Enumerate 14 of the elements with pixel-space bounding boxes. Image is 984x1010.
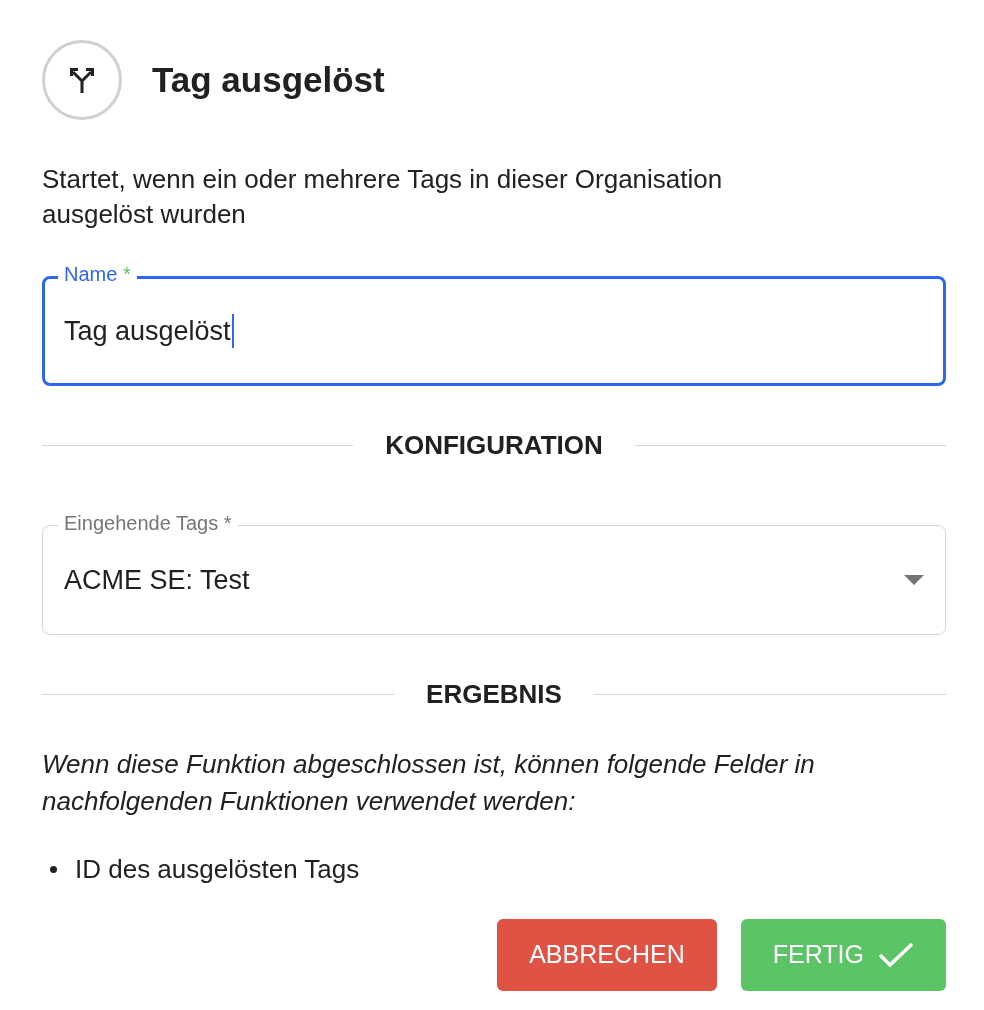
text-cursor [231,314,234,348]
result-description: Wenn diese Funktion abgeschlossen ist, können folgende Felder in nachfolgenden Funktionen verwendet werden: [42,748,816,818]
split-arrows-icon [69,66,95,94]
check-icon [878,942,914,968]
list-item-text: ID des ausgelösten Tags [75,853,360,886]
cancel-button[interactable]: ABBRECHEN [497,919,717,991]
section-heading: KONFIGURATION [384,429,604,462]
section-heading: ERGEBNIS [425,678,563,711]
dialog-title: Tag ausgelöst [152,58,385,101]
caret-icon [904,575,924,585]
name-field[interactable]: Name * Tag ausgelöst [42,262,946,386]
bullet-icon [50,866,57,873]
tags-select[interactable]: Eingehende Tags * ACME SE: Test [42,511,946,635]
description-text: Startet, wenn ein oder mehrere Tags in dieser Organisation ausgelöst wurden [42,163,724,231]
